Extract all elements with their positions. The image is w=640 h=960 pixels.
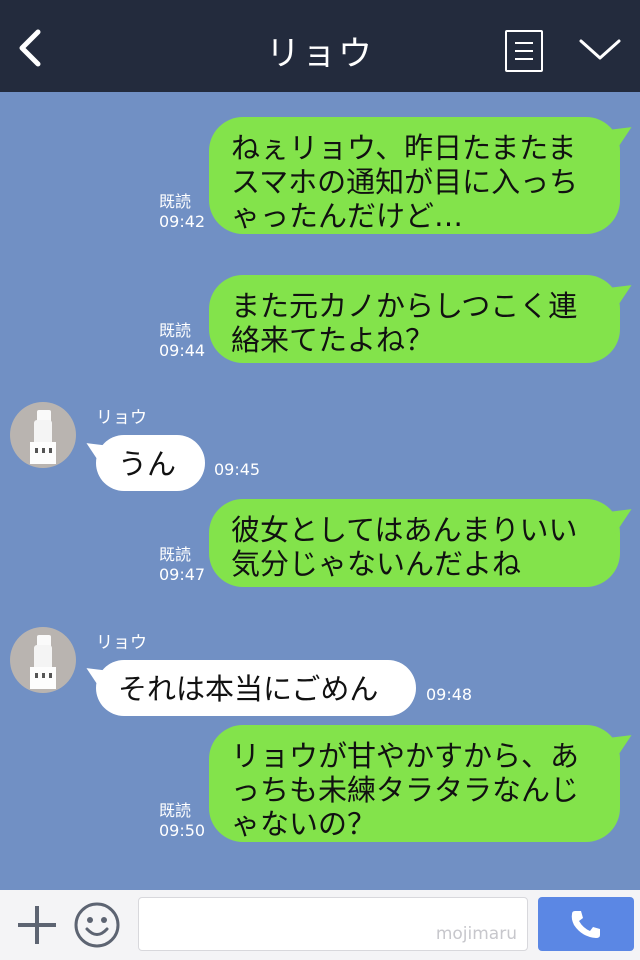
message-line: 彼女としてはあんまりいい bbox=[231, 513, 578, 547]
message-bubble-sent[interactable]: また元カノからしつこく連 絡来てたよね？ bbox=[209, 275, 620, 363]
message-time: 09:47 bbox=[159, 565, 206, 584]
message-line: ゃないの？ bbox=[231, 807, 377, 841]
avatar[interactable] bbox=[10, 402, 76, 468]
message-time: 09:44 bbox=[159, 341, 206, 360]
sender-name: リョウ bbox=[96, 408, 147, 428]
phone-icon bbox=[571, 911, 600, 938]
message-bubble-sent[interactable]: ねぇリョウ、昨日たまたま スマホの通知が目に入っち ゃったんだけど… bbox=[209, 117, 620, 234]
call-button[interactable] bbox=[538, 897, 634, 951]
message-line: ねぇリョウ、昨日たまたま bbox=[231, 131, 577, 165]
message-line: ゃったんだけど… bbox=[231, 199, 464, 233]
message-line: スマホの通知が目に入っち bbox=[231, 165, 579, 199]
menu-list-icon[interactable] bbox=[505, 30, 543, 72]
chat-title: リョウ bbox=[266, 34, 374, 74]
emoji-icon[interactable] bbox=[74, 902, 120, 948]
message-bubble-received[interactable]: それは本当にごめん bbox=[96, 660, 416, 716]
message-line: リョウが甘やかすから、あ bbox=[231, 739, 580, 773]
message-meta: 既読 09:50 bbox=[159, 801, 205, 841]
message-time: 09:45 bbox=[214, 460, 261, 479]
avatar[interactable] bbox=[10, 627, 76, 693]
message-meta: 既読 09:47 bbox=[159, 545, 205, 585]
message-input[interactable]: mojimaru bbox=[138, 897, 528, 951]
read-receipt: 既読 bbox=[159, 321, 192, 340]
message-bubble-received[interactable]: うん bbox=[96, 435, 205, 491]
read-receipt: 既読 bbox=[159, 192, 192, 211]
message-line: 気分じゃないんだよね bbox=[231, 547, 522, 581]
message-line: また元カノからしつこく連 bbox=[231, 289, 578, 323]
message-line: 絡来てたよね？ bbox=[231, 323, 435, 357]
message-time: 09:48 bbox=[426, 685, 473, 704]
message-time: 09:42 bbox=[159, 212, 206, 231]
message-bubble-sent[interactable]: 彼女としてはあんまりいい 気分じゃないんだよね bbox=[209, 499, 620, 587]
watermark: mojimaru bbox=[435, 924, 517, 944]
message-meta: 既読 09:44 bbox=[159, 321, 205, 361]
message-line: っちも未練タラタラなんじ bbox=[231, 773, 580, 807]
plus-icon[interactable] bbox=[16, 904, 58, 946]
message-line: それは本当にごめん bbox=[118, 672, 379, 706]
read-receipt: 既読 bbox=[159, 801, 192, 820]
sender-name: リョウ bbox=[96, 633, 147, 653]
message-time: 09:50 bbox=[159, 821, 206, 840]
chat-header: リョウ bbox=[0, 0, 640, 92]
message-line: うん bbox=[118, 447, 177, 481]
message-list[interactable]: 既読 09:42 ねぇリョウ、昨日たまたま スマホの通知が目に入っち ゃったんだ… bbox=[0, 92, 640, 890]
read-receipt: 既読 bbox=[159, 545, 192, 564]
message-bubble-sent[interactable]: リョウが甘やかすから、あ っちも未練タラタラなんじ ゃないの？ bbox=[209, 725, 620, 842]
chevron-down-icon[interactable] bbox=[578, 36, 622, 64]
message-meta: 既読 09:42 bbox=[159, 192, 205, 232]
input-bar: mojimaru bbox=[0, 890, 640, 960]
